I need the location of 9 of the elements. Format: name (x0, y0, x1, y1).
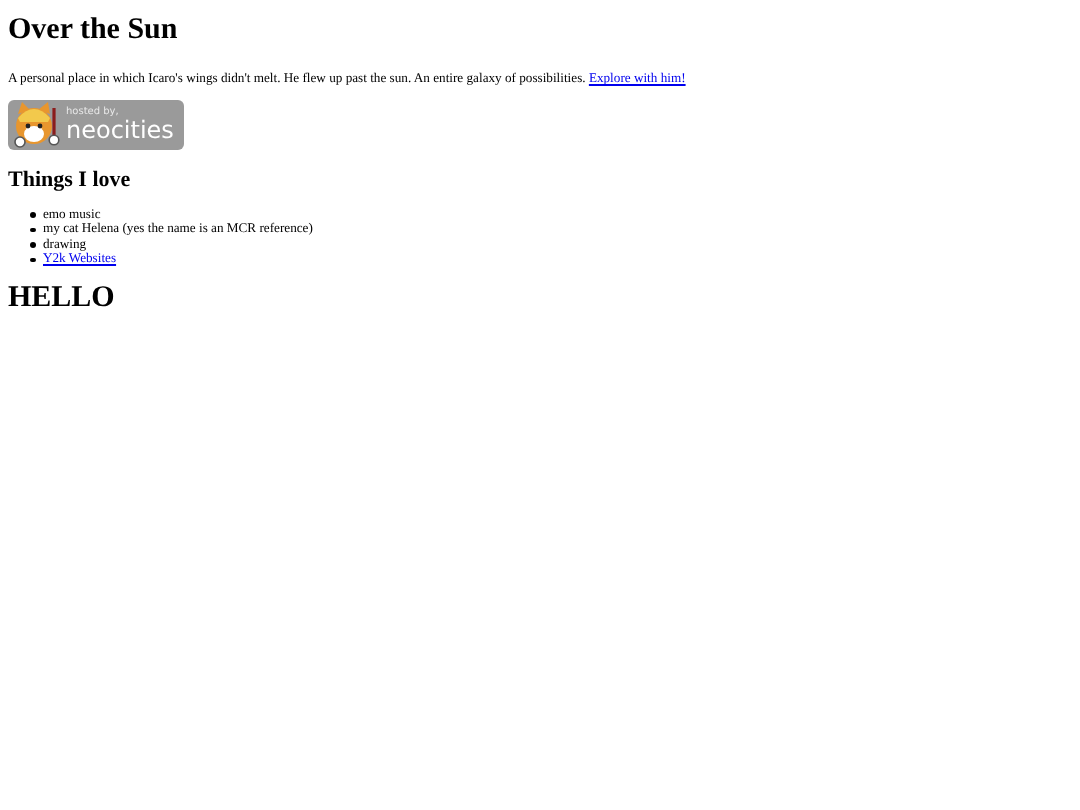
bullet-icon (30, 242, 35, 248)
bullet-icon (30, 257, 35, 263)
hello-heading: HELLO (8, 283, 115, 314)
badge-brand: neocities (66, 117, 174, 142)
bullet-icon (30, 212, 35, 218)
cat-icon (10, 101, 62, 148)
bullet-icon (30, 227, 35, 233)
section-heading: Things I love (8, 169, 131, 192)
page-title: Over the Sun (8, 16, 178, 46)
